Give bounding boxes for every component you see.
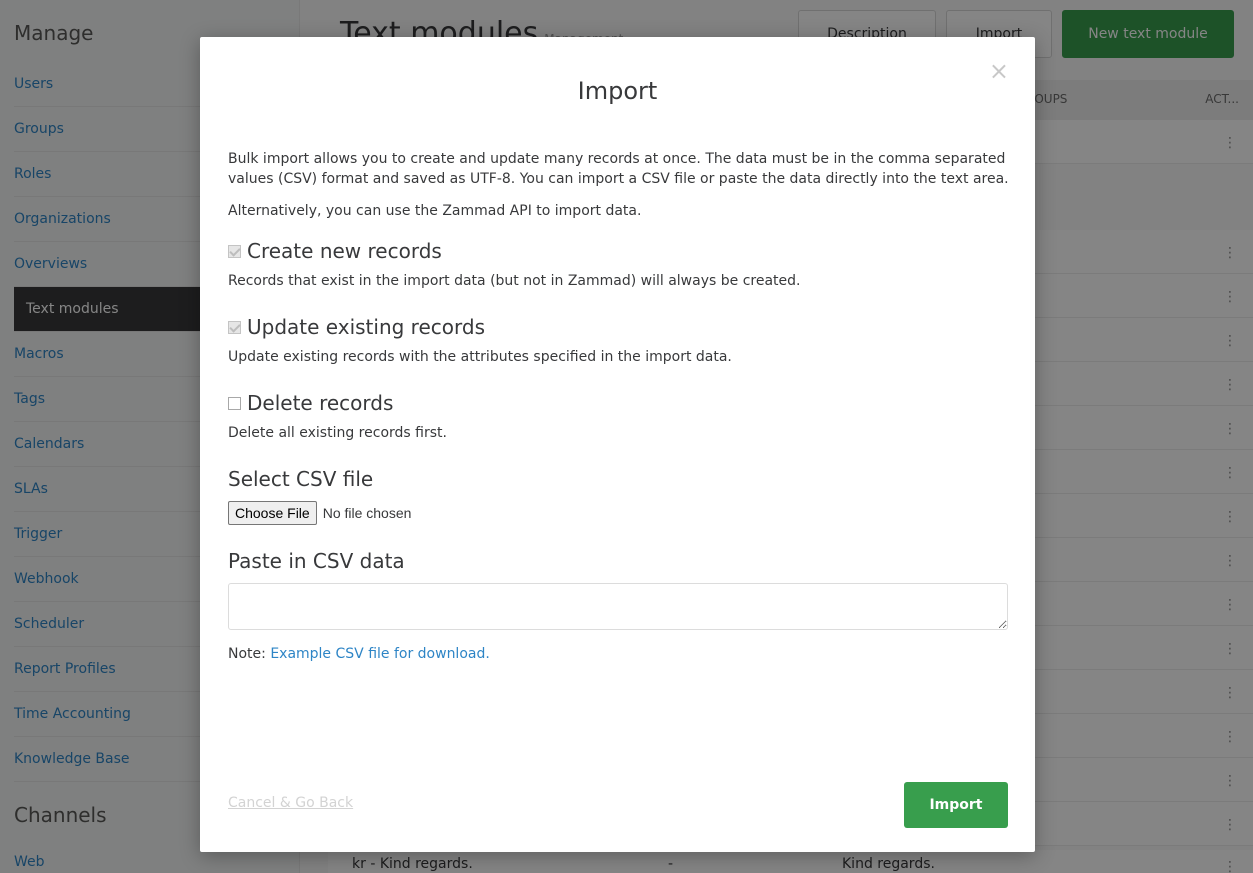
import-modal: × Import Bulk import allows you to creat…: [200, 37, 1035, 852]
csv-file-input[interactable]: Choose File No file chosen: [228, 501, 1009, 525]
modal-title: Import: [577, 77, 658, 105]
delete-records-option[interactable]: Delete records: [228, 389, 1009, 417]
update-records-label: Update existing records: [247, 315, 485, 339]
choose-file-button[interactable]: Choose File: [228, 501, 317, 525]
create-records-label: Create new records: [247, 239, 442, 263]
delete-records-checkbox[interactable]: [228, 396, 241, 410]
delete-records-help: Delete all existing records first.: [228, 425, 447, 441]
csv-data-textarea[interactable]: [228, 583, 1008, 630]
import-submit-button[interactable]: Import: [904, 782, 1008, 828]
paste-csv-label: Paste in CSV data: [228, 549, 405, 573]
example-csv-link[interactable]: Example CSV file for download.: [270, 646, 490, 662]
note-prefix: Note:: [228, 646, 266, 662]
csv-note: Note: Example CSV file for download.: [228, 644, 1009, 664]
update-records-help: Update existing records with the attribu…: [228, 349, 732, 365]
create-records-checkbox[interactable]: [228, 244, 241, 258]
modal-body: Bulk import allows you to create and upd…: [228, 149, 1009, 664]
import-intro-text: Bulk import allows you to create and upd…: [228, 151, 1009, 187]
update-records-option[interactable]: Update existing records: [228, 313, 1009, 341]
cancel-go-back-link[interactable]: Cancel & Go Back: [228, 795, 353, 811]
select-csv-label: Select CSV file: [228, 467, 374, 491]
create-records-help: Records that exist in the import data (b…: [228, 273, 801, 289]
update-records-checkbox[interactable]: [228, 320, 241, 334]
no-file-chosen-text: No file chosen: [322, 505, 412, 521]
import-alternative-text: Alternatively, you can use the Zammad AP…: [228, 203, 642, 219]
create-records-option[interactable]: Create new records: [228, 237, 1009, 265]
delete-records-label: Delete records: [247, 391, 394, 415]
